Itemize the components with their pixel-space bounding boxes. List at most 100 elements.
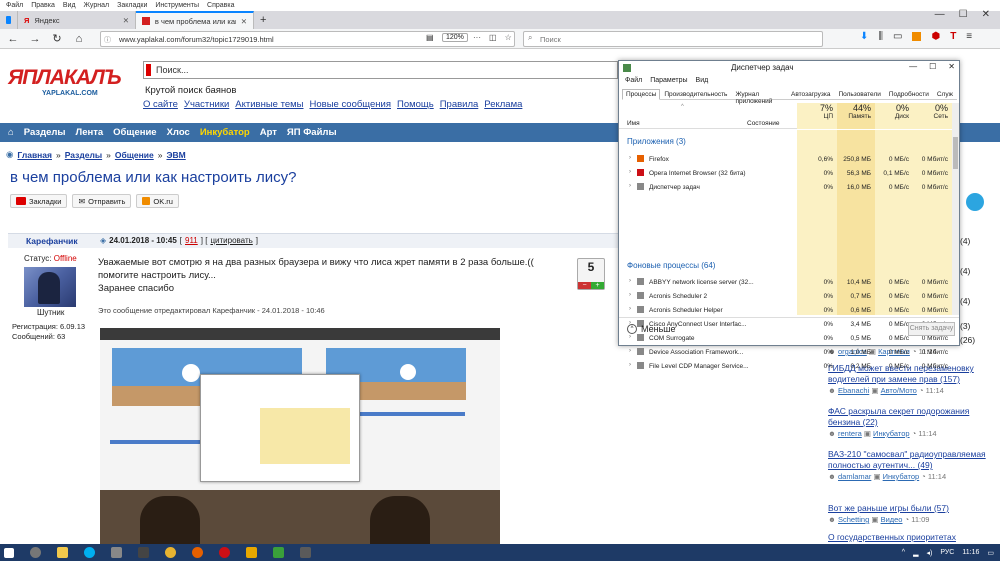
tm-menu-options[interactable]: Параметры [650, 77, 687, 84]
menu-history[interactable]: Журнал [84, 2, 110, 9]
clock[interactable]: 11:16 [962, 549, 979, 556]
nav-feed[interactable]: Лента [76, 127, 104, 138]
network-icon[interactable]: ▂ [913, 549, 918, 557]
skype-icon[interactable] [84, 547, 95, 558]
library-icon[interactable]: ⫼ [878, 31, 883, 42]
process-row[interactable]: › Firefox 0,6% 250,8 МБ 0 МБ/с 0 Мбит/с [619, 152, 952, 166]
play-icon[interactable] [400, 364, 416, 380]
expand-chevron-icon[interactable]: › [629, 362, 631, 368]
news-category[interactable]: Инкубатор [873, 429, 910, 438]
nav-chaos[interactable]: Хлос [167, 127, 190, 138]
language-indicator[interactable]: РУС [940, 549, 954, 556]
link-members[interactable]: Участники [184, 99, 229, 110]
process-row[interactable]: › ABBYY network license server (32... 0% 10… [619, 275, 952, 289]
tab-app-history[interactable]: Журнал приложений [731, 89, 787, 105]
expand-chevron-icon[interactable]: › [629, 155, 631, 161]
tm-menu-file[interactable]: Файл [625, 77, 642, 84]
hamburger-menu-icon[interactable]: ≡ [966, 31, 972, 42]
tab-yaplakal[interactable]: в чем проблема или как на... ✕ [136, 11, 254, 29]
news-user[interactable]: Ebanachi [838, 386, 869, 395]
menu-edit[interactable]: Правка [31, 2, 55, 9]
more-actions-icon[interactable]: ··· [473, 33, 481, 42]
download-icon[interactable]: ⬇ [860, 31, 868, 42]
end-task-button[interactable]: Снять задачу [908, 322, 955, 336]
tab-services[interactable]: Служ [933, 89, 957, 100]
reader-icon[interactable]: ▤ [426, 33, 434, 42]
news-category[interactable]: Инкубатор [883, 472, 920, 481]
folder-icon[interactable] [246, 547, 257, 558]
minimize-icon[interactable]: — [935, 9, 945, 20]
menu-view[interactable]: Вид [63, 2, 76, 9]
notifications-icon[interactable]: ▭ [987, 549, 994, 557]
tab-list-button[interactable] [0, 11, 18, 29]
chevron-up-icon[interactable]: ^ [902, 549, 905, 556]
site-search-input[interactable]: Поиск... [143, 61, 618, 79]
link-active-topics[interactable]: Активные темы [235, 99, 303, 110]
link-about[interactable]: О сайте [143, 99, 178, 110]
news-title[interactable]: ФАС раскрыла секрет подорожания бензина … [828, 406, 1000, 428]
translate-icon[interactable]: T [950, 31, 956, 42]
vote-up-button[interactable]: + [591, 282, 604, 289]
nav-sections[interactable]: Разделы [24, 127, 66, 138]
menu-tools[interactable]: Инструменты [155, 2, 199, 9]
tab-processes[interactable]: Процессы [622, 88, 661, 100]
crumb-communication[interactable]: Общение [115, 150, 154, 160]
tab-users[interactable]: Пользователи [834, 89, 884, 100]
news-user[interactable]: damlamar [838, 472, 871, 481]
telegram-icon[interactable] [966, 193, 984, 211]
tm-scroll-thumb[interactable] [953, 137, 958, 169]
link-help[interactable]: Помощь [397, 99, 434, 110]
app-icon[interactable] [300, 547, 311, 558]
back-arrow-icon[interactable]: ← [6, 33, 20, 45]
news-category[interactable]: Видео [881, 515, 903, 524]
crumb-home[interactable]: Главная [17, 150, 52, 160]
post-author[interactable]: Карефанчик [26, 236, 78, 246]
col-memory[interactable]: 44% Память [837, 103, 875, 129]
process-row[interactable]: › Acronis Scheduler Helper 0% 0,6 МБ 0 МБ/с 0… [619, 303, 952, 317]
crumb-sections[interactable]: Разделы [65, 150, 102, 160]
expand-chevron-icon[interactable]: › [629, 306, 631, 312]
col-name[interactable]: Имя [627, 120, 640, 127]
col-disk[interactable]: 0% Диск [875, 103, 913, 129]
maximize-icon[interactable]: ☐ [959, 9, 968, 20]
firefox-icon[interactable] [192, 547, 203, 558]
task-manager-icon[interactable] [273, 547, 284, 558]
tab-performance[interactable]: Производительность [660, 89, 731, 100]
send-button[interactable]: ✉ Отправить [72, 194, 132, 208]
link-new-messages[interactable]: Новые сообщения [310, 99, 392, 110]
bookmark-star-icon[interactable]: ☆ [505, 33, 512, 42]
process-row[interactable]: › Acronis Scheduler 2 0% 0,7 МБ 0 МБ/с 0 Мбит… [619, 289, 952, 303]
news-user[interactable]: rentera [838, 429, 862, 438]
crumb-evm[interactable]: ЭВМ [166, 150, 185, 160]
explorer-icon[interactable] [57, 547, 68, 558]
tab-startup[interactable]: Автозагрузка [787, 89, 834, 100]
expand-chevron-icon[interactable]: › [629, 292, 631, 298]
news-category[interactable]: Авто/Мото [881, 386, 917, 395]
menu-help[interactable]: Справка [207, 2, 234, 9]
adblock-icon[interactable]: ⬢ [931, 31, 940, 42]
news-title[interactable]: Вот же раньше игры были (57) [828, 503, 1000, 514]
col-cpu[interactable]: 7% ЦП [797, 103, 837, 129]
browser-search-input[interactable]: Поиск [523, 31, 823, 47]
vote-down-button[interactable]: − [578, 282, 591, 289]
home-icon[interactable]: ⌂ [8, 127, 14, 138]
zoom-indicator[interactable]: 120% [442, 33, 468, 42]
new-tab-button[interactable]: + [254, 11, 272, 29]
maximize-icon[interactable]: ☐ [929, 62, 936, 71]
nav-files[interactable]: ЯП Файлы [287, 127, 337, 138]
close-icon[interactable]: ✕ [948, 62, 955, 71]
expand-chevron-icon[interactable]: › [629, 169, 631, 175]
forward-arrow-icon[interactable]: → [28, 33, 42, 45]
home-icon[interactable]: ⌂ [72, 33, 86, 45]
pocket-icon[interactable]: ◫ [489, 33, 497, 42]
tagline[interactable]: Крутой поиск баянов [145, 85, 236, 96]
post-image[interactable] [100, 328, 500, 546]
opera-icon[interactable] [219, 547, 230, 558]
process-row[interactable]: › Opera Internet Browser (32 бита) 0% 56,3 … [619, 166, 952, 180]
minimize-icon[interactable]: — [909, 62, 917, 71]
volume-icon[interactable]: ◂) [926, 549, 932, 557]
ok-share-button[interactable]: OK.ru [136, 194, 179, 208]
menu-bookmarks[interactable]: Закладки [117, 2, 147, 9]
nav-communication[interactable]: Общение [113, 127, 156, 138]
process-row[interactable]: › Device Association Framework... 0% 1,0 МБ… [619, 345, 952, 359]
